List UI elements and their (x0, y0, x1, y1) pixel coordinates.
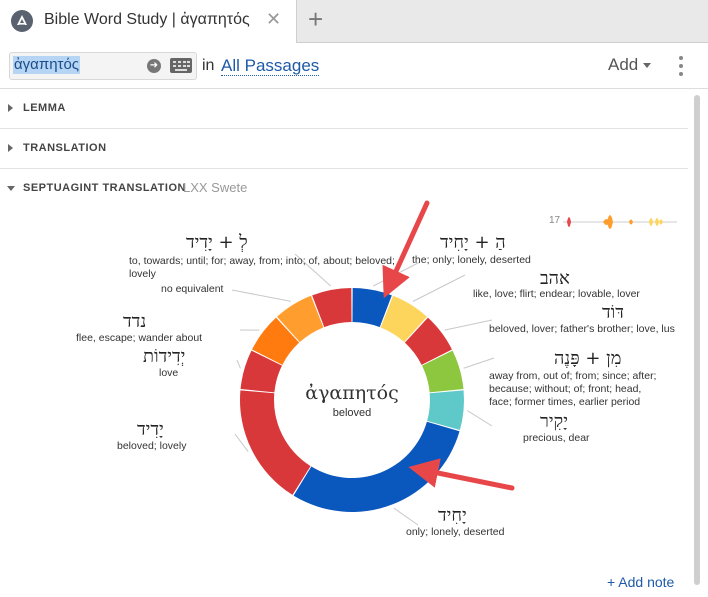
leader-line (463, 357, 495, 369)
slice-gloss: beloved, lover; father's brother; love, … (489, 323, 675, 335)
section-label[interactable]: SEPTUAGINT TRANSLATION (23, 182, 186, 194)
hebrew-word: יָדִיד (137, 419, 164, 440)
hebrew-word: נדד (123, 311, 147, 332)
slice-gloss: like, love; flirt; endear; lovable, love… (473, 288, 640, 300)
leader-line (412, 274, 466, 302)
slice-gloss: only; lonely, deserted (406, 526, 505, 538)
keyboard-icon[interactable] (170, 58, 192, 73)
slice-label[interactable]: נדד (123, 311, 146, 333)
go-arrow-icon[interactable]: ➜ (147, 59, 161, 73)
tab-title: Bible Word Study | ἀγαπητός (44, 11, 250, 28)
search-value[interactable]: ἀγαπητός (13, 56, 81, 74)
expand-arrow-icon[interactable] (8, 104, 13, 112)
collapse-arrow-icon[interactable] (7, 186, 15, 191)
slice-label[interactable]: יְדִידוֹת (143, 346, 185, 368)
hebrew-word: דּוֹד (602, 302, 624, 323)
slice-label[interactable]: יָחִיד (438, 505, 467, 527)
leader-line (467, 410, 493, 427)
leader-line (444, 319, 493, 331)
slice-label[interactable]: לְ + יָדִיד (186, 232, 248, 254)
section-source[interactable]: LXX Swete (183, 180, 247, 195)
passages-selector[interactable]: All Passages (221, 56, 320, 76)
section-label[interactable]: LEMMA (23, 102, 66, 114)
hebrew-word: הַ + יָחִיד (440, 232, 506, 253)
chevron-down-icon[interactable] (643, 63, 651, 68)
toolbar: ἀγαπητός ➜ in All Passages Add (0, 43, 708, 89)
more-options-icon[interactable] (679, 56, 683, 80)
hebrew-word: יָקִיר (540, 411, 568, 432)
leader-line (236, 359, 241, 369)
slice-gloss: love (159, 367, 179, 379)
hebrew-word: מִן + פָּנֶה (554, 348, 622, 369)
center-gloss: beloved (332, 407, 372, 419)
tab-bar: Bible Word Study | ἀγαπητός ✕ + (0, 0, 708, 43)
hebrew-word: אהב (540, 268, 570, 289)
section-lemma[interactable]: LEMMA (0, 88, 688, 129)
center-word: ἀγαπητός (305, 382, 399, 404)
close-tab-icon[interactable]: ✕ (266, 9, 281, 30)
tab-bible-word-study[interactable]: Bible Word Study | ἀγαπητός ✕ (0, 0, 297, 43)
leader-line (393, 507, 419, 526)
slice-label[interactable]: יָקִיר (540, 411, 568, 433)
slice-gloss: flee, escape; wander about (76, 332, 203, 344)
slice-gloss: precious, dear (523, 432, 590, 444)
slice-label[interactable]: אהב (540, 268, 570, 290)
slice-gloss: away from, out of; from; since; after; b… (489, 370, 657, 408)
donut-slice[interactable] (240, 390, 311, 495)
slice-label[interactable]: דּוֹד (602, 302, 624, 324)
section-translation[interactable]: TRANSLATION (0, 128, 688, 169)
logos-app-icon (11, 10, 33, 32)
slice-label[interactable]: הַ + יָחִיד (440, 232, 506, 254)
add-button[interactable]: Add (608, 55, 638, 75)
hebrew-word: יְדִידוֹת (143, 346, 186, 367)
hebrew-word: יָחִיד (438, 505, 467, 526)
slice-label[interactable]: יָדִיד (137, 419, 164, 441)
slice-gloss[interactable]: no equivalent (161, 283, 223, 296)
search-input[interactable]: ἀγαπητός ➜ (9, 52, 197, 80)
section-label[interactable]: TRANSLATION (23, 142, 107, 154)
new-tab-button[interactable]: + (308, 5, 323, 33)
slice-gloss: beloved; lovely (117, 440, 187, 452)
annotation-arrow (408, 458, 515, 491)
add-note-link[interactable]: + Add note (607, 574, 674, 590)
slice-label[interactable]: מִן + פָּנֶה (554, 348, 621, 370)
leader-line (231, 289, 292, 302)
slice-gloss: to, towards; until; for; away, from; int… (129, 255, 395, 280)
expand-arrow-icon[interactable] (8, 144, 13, 152)
hebrew-word: לְ + יָדִיד (186, 232, 248, 253)
in-label: in (202, 57, 215, 74)
slice-gloss: the; only; lonely, deserted (412, 254, 531, 266)
scrollbar[interactable] (694, 95, 700, 585)
donut-slice[interactable] (293, 421, 460, 512)
